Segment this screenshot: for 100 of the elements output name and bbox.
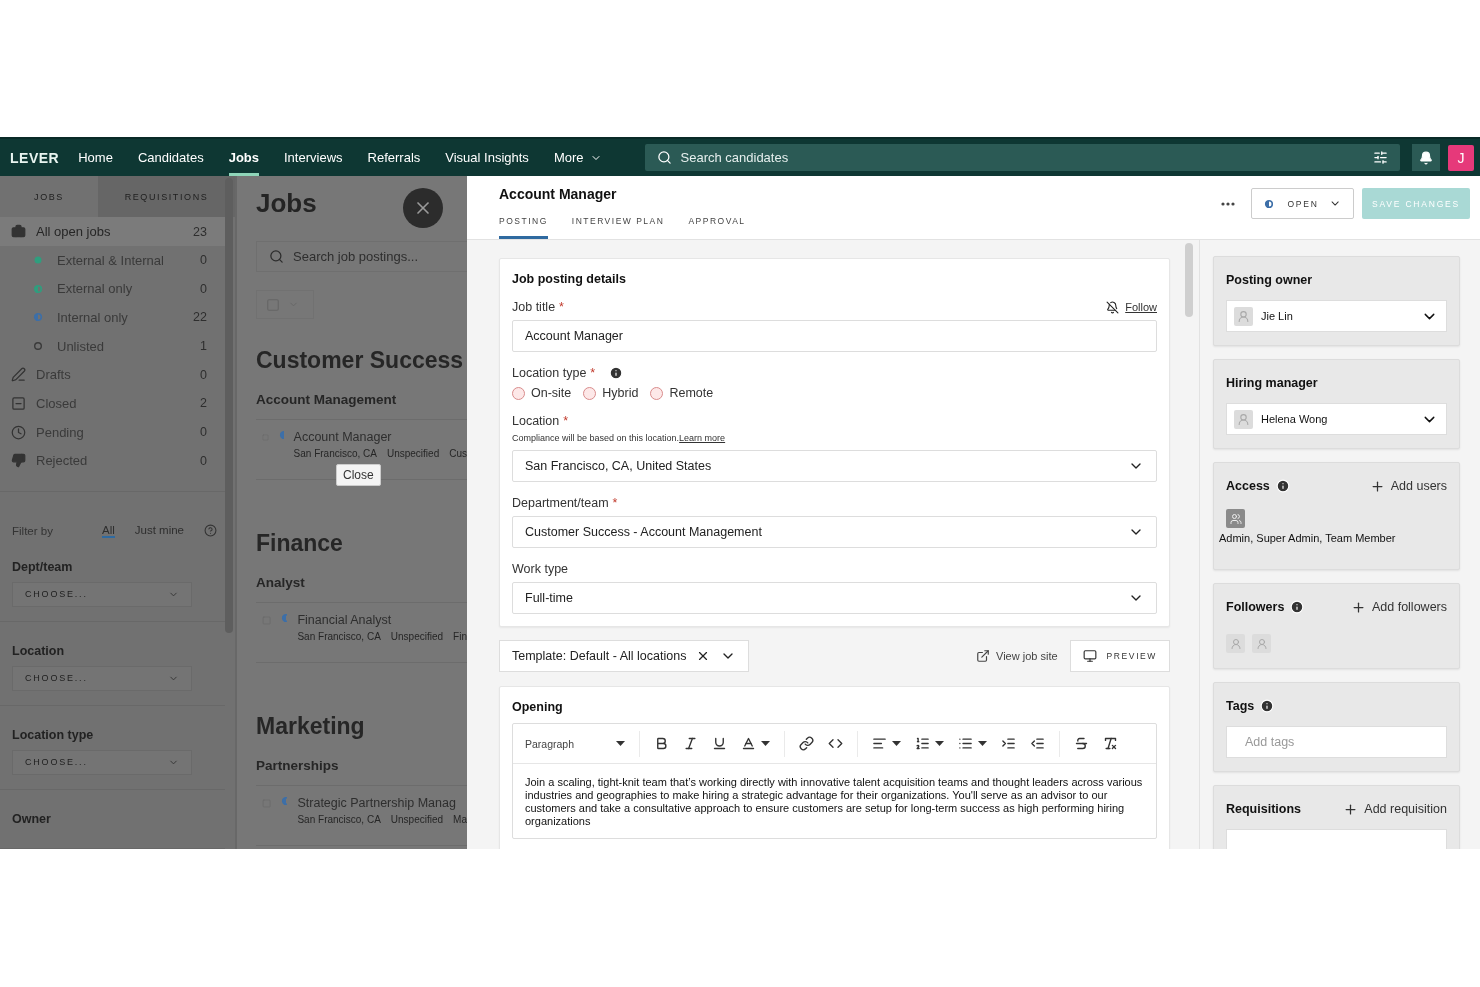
tooltip: Close	[336, 464, 381, 486]
bell-icon	[1419, 150, 1433, 165]
job-title-field[interactable]: Account Manager	[512, 320, 1157, 352]
logo[interactable]: LEVER	[10, 149, 60, 166]
department-title: Finance	[256, 530, 343, 557]
code-icon	[828, 736, 843, 751]
tab[interactable]: APPROVAL	[688, 216, 746, 239]
nav-item[interactable]: Candidates	[137, 139, 204, 176]
add-link[interactable]: Add followers	[1350, 599, 1447, 615]
access-roles: Admin, Super Admin, Team Member	[1219, 532, 1397, 544]
radio-option[interactable]: Remote	[650, 386, 714, 400]
avatar-icon	[1234, 306, 1253, 326]
plus-icon	[1343, 801, 1359, 817]
opening-text: Join a scaling, tight-knit team that’s working directly with innovative talent acquisition teams and thought leaders across various industries and geographies to make hiring a strategic advantage for their organizations. You'll serve as an advisor to our customers and take a consultative approach to ensure customers are setup for long-term success as high performing hiring organizations	[524, 775, 1144, 829]
field-label: Location	[512, 414, 560, 428]
close-button[interactable]	[403, 188, 443, 228]
search-field[interactable]: Search candidates	[678, 149, 1366, 166]
job-title: Account Manager	[499, 186, 618, 202]
help-icon[interactable]	[204, 524, 217, 538]
search-bar[interactable]: Search candidates	[644, 144, 1400, 171]
sidebar-item[interactable]: All open jobs 23	[0, 217, 225, 246]
search-bar[interactable]: Search job postings...	[256, 241, 467, 272]
indent-icon	[1001, 736, 1016, 751]
nav-item[interactable]: Interviews	[284, 139, 343, 176]
scrollbar[interactable]	[1185, 243, 1193, 317]
search-field[interactable]: Search job postings...	[291, 248, 467, 265]
tab[interactable]: POSTING	[499, 216, 548, 239]
bell-off-icon	[1106, 300, 1120, 314]
caret-icon	[935, 741, 944, 746]
select-field[interactable]: San Francisco, CA, United States	[512, 450, 1157, 482]
person-select[interactable]: Helena Wong	[1226, 403, 1447, 435]
nav-item[interactable]: More	[553, 139, 602, 176]
card-title: Job posting details	[512, 272, 627, 286]
field-note: Compliance will be based on this location.Learn more	[512, 433, 727, 443]
posting-meta: San Francisco, CA	[297, 631, 381, 642]
external-link-icon	[976, 649, 991, 663]
tags-field[interactable]: Add tags	[1226, 726, 1447, 758]
nav-item[interactable]: Home	[78, 139, 113, 176]
bullet-list-icon	[958, 736, 973, 751]
status-dot	[278, 430, 284, 440]
required-mark: *	[563, 414, 569, 428]
posting-meta: Cus	[449, 448, 467, 459]
bold-icon	[654, 736, 669, 751]
text-color-icon	[741, 736, 756, 751]
learn-more-link[interactable]: Learn more	[679, 433, 726, 443]
minus-square-icon	[11, 395, 26, 411]
card-title: Hiring manager	[1226, 376, 1318, 390]
preview-button[interactable]: PREVIEW	[1069, 640, 1170, 672]
avatar-icon	[1252, 634, 1271, 653]
filter-icon[interactable]	[1373, 150, 1388, 165]
card-title: Posting owner	[1226, 273, 1313, 287]
underline-icon	[712, 736, 727, 751]
numbered-list-icon	[915, 736, 930, 751]
posting-title: Account Manager	[293, 430, 393, 444]
block-style-select[interactable]: Paragraph	[521, 737, 631, 750]
search-icon	[656, 150, 672, 165]
department-title: Customer Success	[256, 347, 464, 374]
notification-button[interactable]	[1412, 144, 1440, 171]
caret-icon	[978, 741, 987, 746]
required-mark: *	[559, 300, 564, 314]
card-title: Followers	[1226, 600, 1285, 614]
view-job-site-link[interactable]: View job site	[976, 649, 1058, 663]
user-avatar[interactable]: J	[1448, 144, 1474, 171]
nav-item[interactable]: Visual Insights	[445, 139, 529, 176]
nav-item[interactable]: Referrals	[367, 139, 421, 176]
search-icon	[269, 249, 284, 264]
filter-label: Filter by	[12, 525, 54, 537]
add-link[interactable]: Add requisition	[1343, 801, 1447, 817]
rich-text-editor[interactable]	[512, 723, 1157, 839]
posting-meta: San Francisco, CA	[293, 448, 377, 459]
filter-select[interactable]: CHOOSE...	[12, 582, 192, 607]
add-link[interactable]: Add users	[1369, 478, 1447, 494]
template-select[interactable]: Template: Default - All locations	[499, 640, 750, 672]
team-title: Partnerships	[256, 758, 339, 773]
tab[interactable]: INTERVIEW PLAN	[571, 216, 665, 239]
status-dot	[1264, 198, 1274, 209]
posting-meta: Unspecified	[390, 814, 444, 825]
status-dot	[281, 613, 288, 623]
posting-title: Strategic Partnership Manag	[297, 796, 457, 810]
select-field[interactable]: Customer Success - Account Management	[512, 516, 1157, 548]
department-title: Marketing	[256, 713, 365, 740]
field-label: Department/team	[512, 496, 609, 510]
field-label: Job title	[512, 300, 556, 314]
caret-icon	[892, 741, 901, 746]
avatar-icon	[1226, 634, 1245, 653]
person-select[interactable]: Jie Lin	[1226, 300, 1447, 332]
scrollbar[interactable]	[225, 178, 233, 633]
more-button[interactable]	[1221, 201, 1235, 206]
align-icon	[872, 736, 887, 751]
follow-link[interactable]: Follow	[1106, 300, 1157, 314]
posting-meta: Unspecified	[386, 448, 440, 459]
briefcase-icon	[11, 224, 26, 239]
filter-select[interactable]: CHOOSE...	[12, 666, 192, 691]
card-title: Tags	[1226, 699, 1255, 713]
filter-select[interactable]: CHOOSE...	[12, 750, 192, 775]
radio-option[interactable]: On-site	[512, 386, 572, 400]
status-dropdown[interactable]: OPEN	[1251, 188, 1354, 219]
plus-icon	[1350, 599, 1366, 615]
radio-option[interactable]: Hybrid	[583, 386, 639, 400]
select-field[interactable]: Full-time	[512, 582, 1157, 614]
